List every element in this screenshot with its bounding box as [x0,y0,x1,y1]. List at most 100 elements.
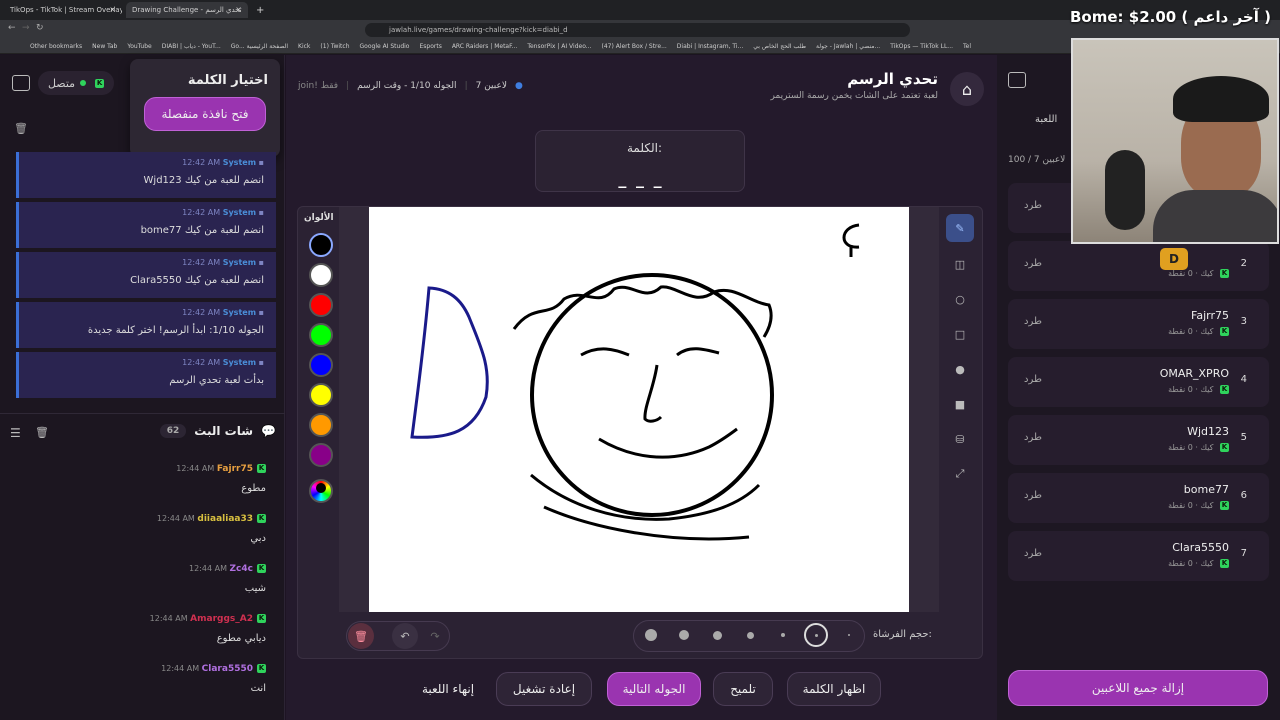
circle-icon[interactable]: ○ [946,285,974,313]
bookmark-item[interactable]: ARC Raiders | MetaF... [452,43,518,50]
player-row: 2 كيك · 0 نقطة K طرد [1008,241,1269,291]
bookmark-item[interactable]: Diabi | Instagram, Ti... [677,43,743,50]
custom-color-picker[interactable] [309,479,333,503]
open-window-button[interactable]: فتح نافذة منفصلة [144,97,266,131]
remove-all-players-button[interactable]: إزالة جميع اللاعبين [1008,670,1268,706]
kick-player-button[interactable]: طرد [1024,258,1042,269]
bookmark-item[interactable]: جولة - Jawlah | منصي... [816,43,880,50]
stream-chat-header: 62 شات البث 💬 [159,424,276,438]
bookmark-item[interactable]: Google AI Studio [360,43,410,50]
trash-icon[interactable]: 🗑 [35,426,49,439]
sidebar-toggle-icon[interactable] [12,75,30,91]
chat-username[interactable]: Amarggs_A2 [190,614,253,624]
brush-size-option[interactable] [804,623,828,647]
color-swatch[interactable] [309,383,333,407]
filled-circle-icon[interactable]: ● [946,355,974,383]
restart-button[interactable]: إعادة تشغيل [496,672,592,706]
player-name: bome77 [1183,483,1229,496]
player-row: 3 Fajrr75 كيك · 0 نقطة K طرد [1008,299,1269,349]
donation-overlay: Bome: $2.00 ( آخر داعم ) [1070,8,1271,26]
clear-canvas-icon[interactable]: 🗑 [348,623,374,649]
eraser-icon[interactable]: ◫ [946,250,974,278]
color-swatch[interactable] [309,443,333,467]
browser-tab[interactable]: TikOps - TikTok | Stream Overlays × [4,2,122,18]
forward-icon[interactable]: → [22,23,30,33]
player-score: كيك · 0 نقطة K [1168,385,1229,394]
brush-dot [781,633,785,637]
kick-player-button[interactable]: طرد [1024,548,1042,559]
word-picker-popup: اختيار الكلمة فتح نافذة منفصلة [130,59,280,157]
bookmark-item[interactable]: Kick [298,43,310,50]
brush-size-option[interactable] [771,623,795,647]
brush-size-option[interactable] [639,623,663,647]
show-word-button[interactable]: اظهار الكلمة [787,672,881,706]
bookmark-item[interactable]: Esports [419,43,441,50]
bookmark-item[interactable]: Go... الصفحة الرئيسية [231,43,288,50]
bookmark-item[interactable]: طلب الحج الخاص بي [753,43,806,50]
chat-message: 12:44 AM Fajrr75 K مطوع [176,464,266,494]
chat-username[interactable]: diiaaliaa33 [197,514,253,524]
kick-player-button[interactable]: طرد [1024,374,1042,385]
undo-icon[interactable]: ↶ [392,623,418,649]
rectangle-icon[interactable]: □ [946,320,974,348]
player-score: كيك · 0 نقطة K [1168,327,1229,336]
hint-button[interactable]: تلميح [713,672,773,706]
kick-player-button[interactable]: طرد [1024,200,1042,211]
brush-dot [679,630,689,640]
panel-toggle-icon[interactable] [1008,72,1026,88]
kick-player-button[interactable]: طرد [1024,490,1042,501]
bookmark-item[interactable]: New Tab [92,43,117,50]
next-round-button[interactable]: الجوله التالية [607,672,701,706]
chat-message: 12:44 AM Zc4c K شيب [189,564,266,594]
bookmark-item[interactable]: TensorPix | AI Video... [527,43,591,50]
brush-size-option[interactable] [837,623,861,647]
bookmark-item[interactable]: DIABI | دياب - YouT... [162,43,221,50]
end-game-button[interactable]: إنهاء اللعبة [412,672,484,706]
bookmark-item[interactable]: Other bookmarks [30,43,82,50]
bookmark-item[interactable]: YouTube [127,43,151,50]
line-icon[interactable]: ⤢ [946,460,974,488]
close-icon[interactable]: × [109,5,116,14]
filled-rectangle-icon[interactable]: ■ [946,390,974,418]
chat-username[interactable]: Clara5550 [202,664,253,674]
bookmark-item[interactable]: (47) Alert Box / Stre... [601,43,666,50]
color-swatch[interactable] [309,353,333,377]
message-icon: ▪ [258,208,264,217]
browser-tab-active[interactable]: Drawing Challenge - تحدي الرسم × [126,2,248,18]
fill-bucket-icon[interactable]: ⛁ [946,425,974,453]
new-tab-icon[interactable]: + [250,2,264,18]
url-input[interactable]: jawlah.live/games/drawing-challenge?kick… [365,23,910,37]
brush-size-option[interactable] [738,623,762,647]
reload-icon[interactable]: ↻ [36,23,44,33]
kick-icon: K [1220,385,1229,394]
redo-icon[interactable]: ↷ [422,623,448,649]
player-name: OMAR_XPRO [1159,367,1229,380]
list-icon[interactable]: ☰ [10,426,21,440]
player-rank: 3 [1240,316,1247,327]
brush-size-option[interactable] [705,623,729,647]
back-icon[interactable]: ← [8,23,16,33]
close-icon[interactable]: × [235,5,242,14]
kick-player-button[interactable]: طرد [1024,432,1042,443]
color-swatch[interactable] [309,293,333,317]
brush-dot [746,631,754,639]
word-picker-title: اختيار الكلمة [187,73,268,88]
kick-icon: K [1220,501,1229,510]
message-icon: ▪ [258,308,264,317]
color-swatch[interactable] [309,413,333,437]
brush-size-option[interactable] [672,623,696,647]
chat-username[interactable]: Zc4c [230,564,253,574]
bookmark-item[interactable]: (1) Twitch [320,43,349,50]
trash-icon[interactable]: 🗑 [14,122,28,135]
drawing-canvas[interactable] [369,207,909,612]
bookmark-item[interactable]: TikOps — TikTok LL... [890,43,953,50]
color-swatch[interactable] [309,323,333,347]
chat-username[interactable]: Fajrr75 [217,464,253,474]
pencil-icon[interactable]: ✎ [946,214,974,242]
color-swatch[interactable] [309,233,333,257]
kick-player-button[interactable]: طرد [1024,316,1042,327]
home-icon[interactable]: ⌂ [950,72,984,106]
color-swatch[interactable] [309,263,333,287]
webcam-microphone [1105,150,1145,230]
bookmark-item[interactable]: Tel [963,43,971,50]
